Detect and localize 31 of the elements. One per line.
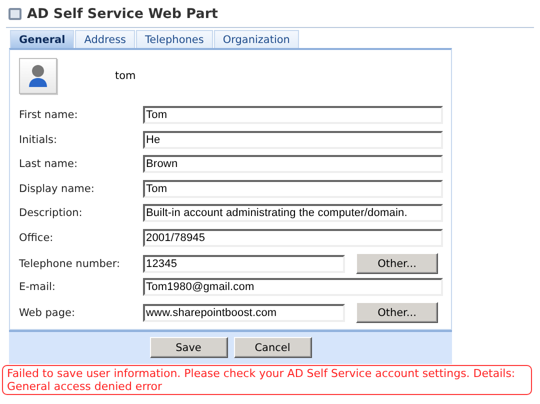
error-message: Failed to save user information. Please check your AD Self Service account settings. Details: General access denied error: [2, 364, 532, 394]
tab[interactable]: Telephones: [136, 30, 213, 48]
tab[interactable]: Address: [75, 30, 136, 48]
input-field[interactable]: www.sharepointboost.com: [143, 304, 345, 322]
user-name: tom: [115, 70, 136, 82]
input-field[interactable]: 2001/78945: [143, 228, 443, 247]
input-field[interactable]: Tom: [143, 106, 443, 124]
field-label: First name:: [19, 109, 79, 122]
input-field[interactable]: He: [143, 130, 443, 149]
other-button[interactable]: Other...: [356, 253, 438, 274]
field-label: Office:: [19, 232, 54, 244]
input-field[interactable]: Tom1980@gmail.com: [143, 278, 443, 296]
field-label: Web page:: [19, 306, 76, 318]
cancel-button[interactable]: Cancel: [234, 337, 312, 358]
user-icon: [28, 64, 48, 88]
input-field[interactable]: 12345: [143, 254, 345, 272]
field-label: Last name:: [19, 158, 79, 170]
field-label: Telephone number:: [19, 258, 121, 270]
save-button[interactable]: Save: [150, 337, 228, 358]
input-field[interactable]: Built-in account administrating the computer/domain.: [143, 204, 443, 222]
web-part-title: AD Self Service Web Part: [27, 6, 218, 22]
field-label: Initials:: [19, 134, 58, 146]
field-label: Description:: [19, 207, 84, 220]
field-label: Display name:: [19, 182, 96, 195]
tab[interactable]: Organization: [214, 30, 299, 48]
tab[interactable]: General: [10, 30, 74, 48]
field-label: E-mail:: [19, 280, 56, 293]
input-field[interactable]: Tom: [143, 180, 443, 198]
input-field[interactable]: Brown: [143, 155, 443, 174]
other-button[interactable]: Other...: [356, 302, 438, 323]
logo-icon: [8, 7, 22, 21]
